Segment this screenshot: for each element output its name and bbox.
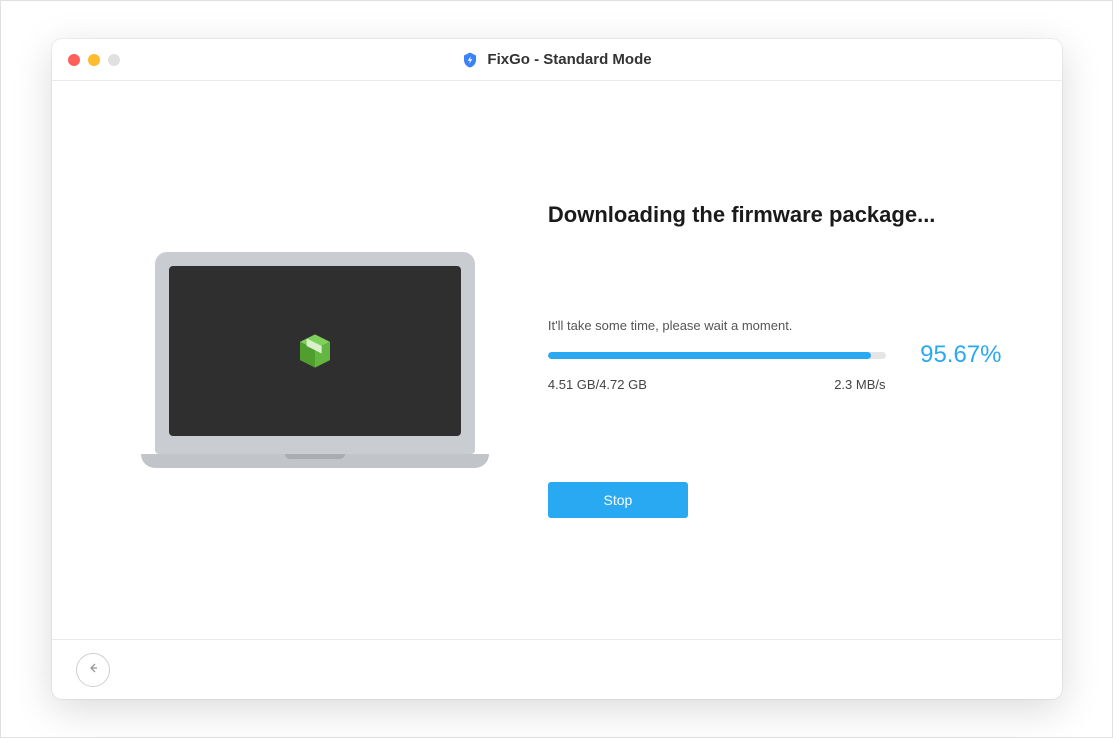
- maximize-window-button[interactable]: [108, 54, 120, 66]
- progress-row: 95.67%: [548, 341, 1002, 369]
- progress-pane: Downloading the firmware package... It'l…: [538, 202, 1022, 518]
- downloaded-size: 4.51 GB/4.72 GB: [548, 377, 647, 392]
- window-title: FixGo - Standard Mode: [487, 51, 651, 68]
- laptop-illustration: [155, 252, 475, 468]
- subtext: It'll take some time, please wait a mome…: [548, 318, 1002, 333]
- window-controls: [68, 54, 120, 66]
- arrow-left-icon: [85, 660, 101, 679]
- progress-fill: [548, 352, 871, 359]
- progress-stats: 4.51 GB/4.72 GB 2.3 MB/s: [548, 377, 1002, 392]
- minimize-window-button[interactable]: [88, 54, 100, 66]
- package-box-icon: [295, 331, 335, 371]
- footer: [52, 639, 1062, 699]
- download-speed: 2.3 MB/s: [834, 377, 885, 392]
- back-button[interactable]: [76, 653, 110, 687]
- content-area: Downloading the firmware package... It'l…: [52, 81, 1062, 639]
- close-window-button[interactable]: [68, 54, 80, 66]
- heading: Downloading the firmware package...: [548, 202, 1002, 228]
- app-window: FixGo - Standard Mode: [52, 39, 1062, 699]
- titlebar: FixGo - Standard Mode: [52, 39, 1062, 81]
- progress-percent: 95.67%: [902, 341, 1002, 369]
- illustration-pane: [92, 252, 538, 468]
- app-icon: [461, 51, 479, 69]
- stop-button[interactable]: Stop: [548, 482, 688, 518]
- progress-bar: [548, 352, 886, 359]
- window-title-wrap: FixGo - Standard Mode: [461, 51, 651, 69]
